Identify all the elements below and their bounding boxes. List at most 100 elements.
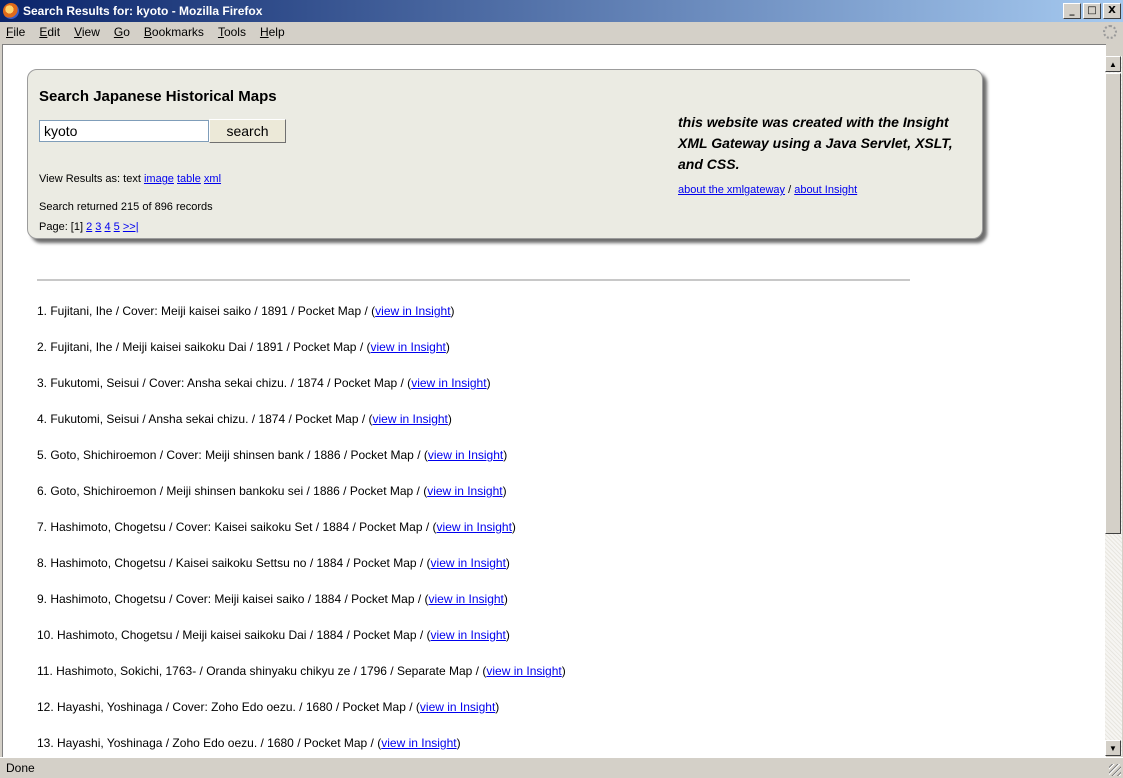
result-text: 4. Fukutomi, Seisui / Ansha sekai chizu.…	[37, 412, 373, 426]
view-in-insight-link[interactable]: view in Insight	[431, 628, 506, 642]
maximize-button[interactable]: □	[1083, 3, 1101, 19]
view-in-insight-link[interactable]: view in Insight	[420, 700, 495, 714]
result-text: 5. Goto, Shichiroemon / Cover: Meiji shi…	[37, 448, 428, 462]
records-count: Search returned 215 of 896 records	[39, 201, 213, 213]
view-in-insight-link[interactable]: view in Insight	[431, 556, 506, 570]
scrollbar-thumb[interactable]	[1105, 73, 1121, 534]
view-table-link[interactable]: table	[177, 173, 201, 185]
result-close-paren: )	[450, 304, 455, 318]
status-text: Done	[6, 761, 35, 775]
minimize-button[interactable]: _	[1063, 3, 1081, 19]
menu-tools[interactable]: Tools	[212, 25, 254, 39]
view-in-insight-link[interactable]: view in Insight	[429, 592, 504, 606]
about-xmlgateway-link[interactable]: about the xmlgateway	[678, 184, 785, 196]
page-link-2[interactable]: 2	[86, 221, 92, 233]
result-text: 10. Hashimoto, Chogetsu / Meiji kaisei s…	[37, 628, 431, 642]
result-item: 10. Hashimoto, Chogetsu / Meiji kaisei s…	[37, 627, 566, 663]
menu-help[interactable]: Help	[254, 25, 293, 39]
result-text: 1. Fujitani, Ihe / Cover: Meiji kaisei s…	[37, 304, 376, 318]
view-results-as: View Results as: text image table xml	[39, 173, 221, 185]
page-link-5[interactable]: 5	[114, 221, 120, 233]
close-button[interactable]: X	[1103, 3, 1121, 19]
search-panel: Search Japanese Historical Maps search V…	[27, 69, 983, 239]
result-close-paren: )	[456, 736, 461, 750]
result-text: 13. Hayashi, Yoshinaga / Zoho Edo oezu. …	[37, 736, 382, 750]
menu-go[interactable]: Go	[108, 25, 138, 39]
result-text: 2. Fujitani, Ihe / Meiji kaisei saikoku …	[37, 340, 371, 354]
view-in-insight-link[interactable]: view in Insight	[370, 340, 445, 354]
result-text: 3. Fukutomi, Seisui / Cover: Ansha sekai…	[37, 376, 412, 390]
view-image-link[interactable]: image	[144, 173, 174, 185]
page-link-last[interactable]: >>|	[123, 221, 139, 233]
result-close-paren: )	[502, 484, 507, 498]
result-text: 9. Hashimoto, Chogetsu / Cover: Meiji ka…	[37, 592, 429, 606]
about-links: about the xmlgateway / about Insight	[678, 184, 857, 196]
result-close-paren: )	[561, 664, 566, 678]
result-item: 2. Fujitani, Ihe / Meiji kaisei saikoku …	[37, 339, 566, 375]
result-item: 13. Hayashi, Yoshinaga / Zoho Edo oezu. …	[37, 735, 566, 757]
result-text: 12. Hayashi, Yoshinaga / Cover: Zoho Edo…	[37, 700, 420, 714]
result-close-paren: )	[445, 340, 450, 354]
result-close-paren: )	[503, 592, 508, 606]
view-in-insight-link[interactable]: view in Insight	[427, 484, 502, 498]
view-xml-link[interactable]: xml	[204, 173, 221, 185]
result-item: 3. Fukutomi, Seisui / Cover: Ansha sekai…	[37, 375, 566, 411]
result-text: 8. Hashimoto, Chogetsu / Kaisei saikoku …	[37, 556, 431, 570]
results-list: 1. Fujitani, Ihe / Cover: Meiji kaisei s…	[37, 303, 566, 757]
status-bar: Done	[0, 757, 1123, 778]
page-link-4[interactable]: 4	[104, 221, 110, 233]
search-heading: Search Japanese Historical Maps	[39, 88, 277, 105]
result-item: 8. Hashimoto, Chogetsu / Kaisei saikoku …	[37, 555, 566, 591]
result-close-paren: )	[511, 520, 516, 534]
view-in-insight-link[interactable]: view in Insight	[373, 412, 448, 426]
result-item: 9. Hashimoto, Chogetsu / Cover: Meiji ka…	[37, 591, 566, 627]
window-title: Search Results for: kyoto - Mozilla Fire…	[23, 4, 263, 18]
menu-bookmarks[interactable]: Bookmarks	[138, 25, 212, 39]
result-close-paren: )	[447, 412, 452, 426]
result-text: 7. Hashimoto, Chogetsu / Cover: Kaisei s…	[37, 520, 437, 534]
view-in-insight-link[interactable]: view in Insight	[437, 520, 512, 534]
result-item: 12. Hayashi, Yoshinaga / Cover: Zoho Edo…	[37, 699, 566, 735]
about-text: this website was created with the Insigh…	[678, 114, 953, 172]
page-viewport: Search Japanese Historical Maps search V…	[2, 44, 1106, 757]
window-titlebar: Search Results for: kyoto - Mozilla Fire…	[0, 0, 1123, 22]
about-insight-link[interactable]: about Insight	[794, 184, 857, 196]
view-in-insight-link[interactable]: view in Insight	[381, 736, 456, 750]
menu-edit[interactable]: Edit	[33, 25, 68, 39]
about-separator: /	[788, 184, 792, 196]
result-close-paren: )	[505, 556, 510, 570]
menu-view[interactable]: View	[68, 25, 108, 39]
result-item: 6. Goto, Shichiroemon / Meiji shinsen ba…	[37, 483, 566, 519]
menu-bar: File Edit View Go Bookmarks Tools Help	[0, 22, 1123, 42]
result-close-paren: )	[505, 628, 510, 642]
view-in-insight-link[interactable]: view in Insight	[375, 304, 450, 318]
result-close-paren: )	[486, 376, 491, 390]
result-item: 7. Hashimoto, Chogetsu / Cover: Kaisei s…	[37, 519, 566, 555]
result-close-paren: )	[503, 448, 508, 462]
result-text: 11. Hashimoto, Sokichi, 1763- / Oranda s…	[37, 664, 487, 678]
result-item: 1. Fujitani, Ihe / Cover: Meiji kaisei s…	[37, 303, 566, 339]
result-item: 5. Goto, Shichiroemon / Cover: Meiji shi…	[37, 447, 566, 483]
throbber-icon	[1103, 25, 1117, 39]
page-link-3[interactable]: 3	[95, 221, 101, 233]
current-page: Page: [1]	[39, 221, 84, 233]
window-controls: _ □ X	[1063, 3, 1121, 19]
search-input[interactable]	[39, 120, 209, 142]
view-in-insight-link[interactable]: view in Insight	[428, 448, 503, 462]
view-in-insight-link[interactable]: view in Insight	[486, 664, 561, 678]
scroll-down-arrow-icon: ▼	[1109, 743, 1117, 753]
result-item: 11. Hashimoto, Sokichi, 1763- / Oranda s…	[37, 663, 566, 699]
menu-file[interactable]: File	[0, 25, 33, 39]
resize-grip-icon[interactable]	[1109, 764, 1121, 776]
result-item: 4. Fukutomi, Seisui / Ansha sekai chizu.…	[37, 411, 566, 447]
search-button[interactable]: search	[209, 119, 286, 143]
scroll-up-arrow-icon: ▲	[1109, 59, 1117, 69]
divider	[37, 279, 910, 281]
result-text: 6. Goto, Shichiroemon / Meiji shinsen ba…	[37, 484, 428, 498]
vertical-scrollbar[interactable]: ▲ ▼	[1105, 56, 1122, 756]
firefox-icon	[3, 3, 19, 19]
view-as-label: View Results as: text	[39, 173, 141, 185]
scroll-down-button[interactable]: ▼	[1105, 740, 1121, 756]
view-in-insight-link[interactable]: view in Insight	[411, 376, 486, 390]
scroll-up-button[interactable]: ▲	[1105, 56, 1121, 72]
